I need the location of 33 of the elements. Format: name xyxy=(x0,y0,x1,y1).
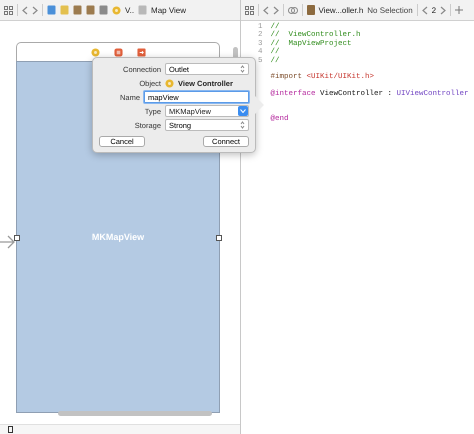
outline-toggle-icon[interactable] xyxy=(8,426,13,433)
link-icon[interactable] xyxy=(288,6,298,14)
first-responder-icon[interactable] xyxy=(114,48,122,56)
file-breadcrumb[interactable]: View...oller.h xyxy=(318,6,364,14)
forward-icon[interactable] xyxy=(32,6,38,14)
resize-handle[interactable] xyxy=(14,235,20,241)
back-icon[interactable] xyxy=(422,6,428,14)
entry-arrow-icon xyxy=(0,235,15,249)
project-file-icon[interactable] xyxy=(47,5,56,15)
map-view-label: MKMapView xyxy=(92,232,144,242)
back-icon[interactable] xyxy=(22,6,28,14)
view-controller-icon xyxy=(90,48,100,56)
resize-handle[interactable] xyxy=(216,235,222,241)
grid-icon[interactable] xyxy=(244,6,254,14)
header-file-icon xyxy=(306,5,314,15)
dropdown-icon[interactable] xyxy=(238,106,248,116)
grid-icon[interactable] xyxy=(4,6,13,14)
storyboard-icon[interactable] xyxy=(99,5,108,15)
stepper-icon xyxy=(240,121,245,129)
view-icon[interactable] xyxy=(138,5,148,15)
breadcrumb-item[interactable]: Map View xyxy=(151,6,186,14)
add-icon[interactable] xyxy=(455,6,464,14)
horizontal-scrollbar[interactable] xyxy=(58,411,212,416)
forward-icon[interactable] xyxy=(272,6,278,14)
view-controller-icon xyxy=(112,6,121,14)
view-controller-icon xyxy=(165,78,174,88)
back-icon[interactable] xyxy=(262,6,268,14)
stepper-icon xyxy=(240,65,245,73)
counterpart-count: 2 xyxy=(432,6,436,14)
breadcrumb-item[interactable]: V.. xyxy=(125,6,134,14)
selection-breadcrumb[interactable]: No Selection xyxy=(367,6,413,14)
forward-icon[interactable] xyxy=(440,6,446,14)
exit-icon[interactable] xyxy=(136,48,146,56)
